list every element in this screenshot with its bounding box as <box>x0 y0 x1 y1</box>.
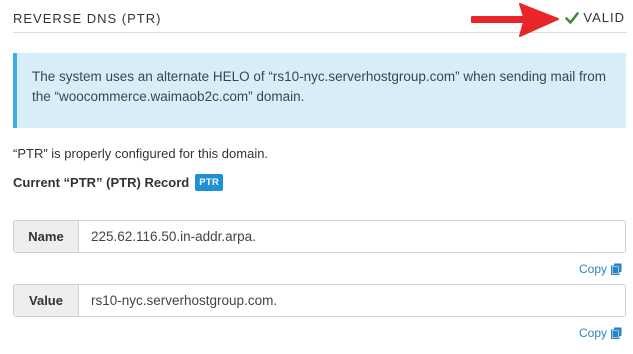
copy-value-label: Copy <box>578 326 607 340</box>
status-text: “PTR” is properly configured for this do… <box>13 146 269 161</box>
value-field: Value rs10-nyc.serverhostgroup.com. <box>13 284 626 317</box>
ptr-badge: PTR <box>195 174 224 191</box>
copy-icon <box>611 263 622 275</box>
record-label: Current “PTR” (PTR) Record PTR <box>13 174 224 191</box>
copy-name-button[interactable]: Copy <box>579 262 622 276</box>
copy-name-label: Copy <box>578 262 607 276</box>
alert-message: The system uses an alternate HELO of “rs… <box>32 69 606 104</box>
copy-icon <box>611 327 622 339</box>
value-field-value[interactable]: rs10-nyc.serverhostgroup.com. <box>79 285 625 316</box>
record-label-text: Current “PTR” (PTR) Record <box>13 175 190 190</box>
copy-value-button[interactable]: Copy <box>579 326 622 340</box>
name-field-value[interactable]: 225.62.116.50.in-addr.arpa. <box>79 221 625 252</box>
valid-label: VALID <box>583 10 625 25</box>
name-field: Name 225.62.116.50.in-addr.arpa. <box>13 220 626 253</box>
name-field-label: Name <box>14 221 79 252</box>
valid-status: VALID <box>565 10 625 25</box>
section-title: REVERSE DNS (PTR) <box>13 11 162 26</box>
red-arrow-icon <box>471 3 559 37</box>
info-alert: The system uses an alternate HELO of “rs… <box>13 53 626 128</box>
value-field-label: Value <box>14 285 79 316</box>
check-icon <box>565 11 580 24</box>
